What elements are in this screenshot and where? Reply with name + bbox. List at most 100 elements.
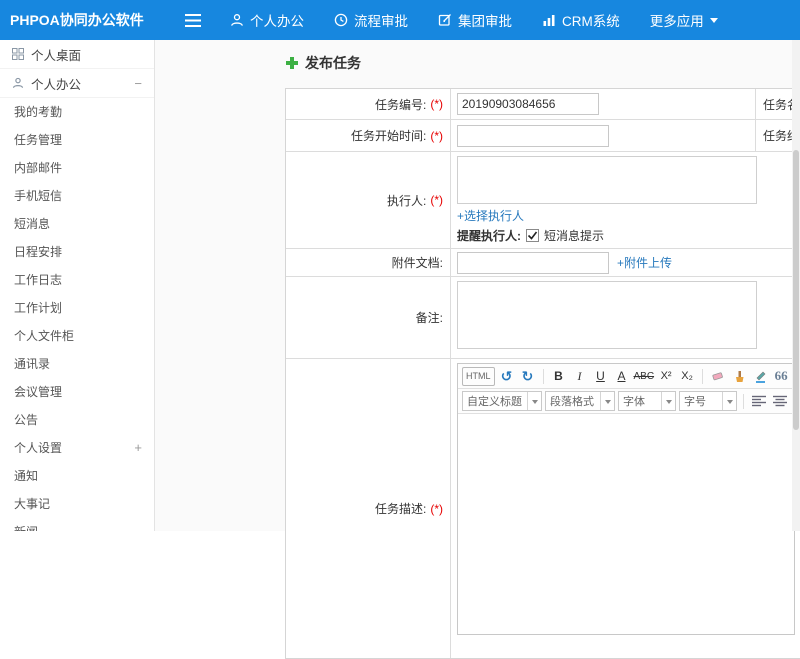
custom-title-select[interactable]: 自定义标题 [462,391,542,411]
sidebar: 个人桌面 个人办公 − 我的考勤 任务管理 内部邮件 手机短信 短消息 日程安排… [0,40,155,531]
task-number-input[interactable] [457,93,599,115]
sidebar-item-events[interactable]: 大事记 [0,490,154,518]
html-source-button[interactable]: HTML [462,366,495,386]
font-style-button[interactable]: A [613,367,631,386]
sidebar-item-label: 短消息 [14,217,51,231]
sidebar-item-work-plan[interactable]: 工作计划 [0,294,154,322]
nav-more-apps[interactable]: 更多应用 [635,0,733,40]
sidebar-item-label: 个人设置 [14,441,63,455]
top-header: PHPOA协同办公软件 个人办公 流程审批 集团审批 CRM系统 更多应用 [0,0,800,40]
sidebar-item-label: 任务管理 [14,133,63,147]
collapse-icon[interactable]: − [134,76,142,91]
nav-workflow-approval[interactable]: 流程审批 [319,0,423,40]
sms-checkbox-checked-icon[interactable] [526,229,539,242]
sidebar-item-label: 个人桌面 [31,48,82,63]
sidebar-item-label: 会议管理 [14,385,63,399]
strikethrough-button[interactable]: ABC [634,367,655,386]
bold-button[interactable]: B [550,367,568,386]
top-nav: 个人办公 流程审批 集团审批 CRM系统 更多应用 [215,0,733,40]
sidebar-item-task-manage[interactable]: 任务管理 [0,126,154,154]
page-title: 发布任务 [305,55,361,71]
add-icon [286,57,298,69]
sidebar-item-schedule[interactable]: 日程安排 [0,238,154,266]
toolbar-separator [542,368,544,384]
blockquote-button[interactable]: 66 [772,367,790,386]
sidebar-item-meeting[interactable]: 会议管理 [0,378,154,406]
italic-button[interactable]: I [571,367,589,386]
description-editor-area[interactable] [458,414,794,634]
sidebar-item-notice[interactable]: 通知 [0,462,154,490]
executor-textarea[interactable] [457,156,757,204]
hamburger-icon [185,13,201,27]
rich-text-editor: HTML ↺ ↻ B I U A ABC X² X₂ 66 自定义标题 段落格式… [457,363,795,635]
choose-executor-link[interactable]: +选择执行人 [457,207,524,224]
scrollbar-thumb[interactable] [793,150,799,430]
undo-button[interactable]: ↺ [498,367,516,386]
remark-label: 备注: [286,277,451,358]
sidebar-item-desktop[interactable]: 个人桌面 [0,40,154,69]
toolbar-separator [702,368,704,384]
sidebar-item-label: 通讯录 [14,357,51,371]
person-icon [231,14,243,26]
vertical-scrollbar[interactable] [792,40,800,531]
sidebar-item-file-cabinet[interactable]: 个人文件柜 [0,322,154,350]
sidebar-item-personal-office[interactable]: 个人办公 − [0,69,154,98]
highlight-pen-icon[interactable] [751,367,769,386]
font-family-select[interactable]: 字体 [618,391,676,411]
underline-button[interactable]: U [592,367,610,386]
main-content: 发布任务 任务编号: (*) 任务名称: (*) 任务开始时间: (*) [155,40,800,659]
sidebar-item-work-log[interactable]: 工作日志 [0,266,154,294]
format-brush-icon[interactable] [730,367,748,386]
font-size-select[interactable]: 字号 [679,391,737,411]
sidebar-item-attendance[interactable]: 我的考勤 [0,98,154,126]
form-row-description: 任务描述: (*) HTML ↺ ↻ B I U A ABC X² X₂ 66 … [286,358,800,658]
align-center-icon[interactable] [771,392,789,411]
page-title-row: 发布任务 [285,53,361,73]
editor-toolbar-row1: HTML ↺ ↻ B I U A ABC X² X₂ 66 [458,364,794,389]
required-marker: (*) [430,128,443,143]
sidebar-item-mobile-sms[interactable]: 手机短信 [0,182,154,210]
sidebar-item-news[interactable]: 新闻 [0,518,154,531]
app-logo[interactable]: PHPOA协同办公软件 [0,10,155,30]
sidebar-item-contacts[interactable]: 通讯录 [0,350,154,378]
sidebar-item-label: 公告 [14,413,39,427]
task-form: 任务编号: (*) 任务名称: (*) 任务开始时间: (*) 任务结束时间: [285,88,800,659]
expand-icon[interactable]: + [134,434,142,462]
sidebar-item-short-message[interactable]: 短消息 [0,210,154,238]
redo-button[interactable]: ↻ [519,367,537,386]
description-label: 任务描述: (*) [286,359,451,658]
nav-label: 更多应用 [649,14,704,29]
attachment-label: 附件文档: [286,249,451,276]
sidebar-item-label: 内部邮件 [14,161,63,175]
superscript-button[interactable]: X² [657,367,675,386]
attachment-upload-link[interactable]: +附件上传 [617,254,672,271]
nav-group-approval[interactable]: 集团审批 [423,0,527,40]
align-left-icon[interactable] [750,392,768,411]
nav-personal-office[interactable]: 个人办公 [215,0,319,40]
sms-remind-label: 短消息提示 [544,229,605,243]
start-time-input[interactable] [457,124,609,147]
paragraph-format-select[interactable]: 段落格式 [545,391,615,411]
eraser-icon[interactable] [709,367,727,386]
caret-down-icon [709,17,718,27]
nav-crm-system[interactable]: CRM系统 [527,0,635,40]
sidebar-item-internal-mail[interactable]: 内部邮件 [0,154,154,182]
subscript-button[interactable]: X₂ [678,367,696,386]
sidebar-item-label: 日程安排 [14,245,63,259]
attachment-input[interactable] [457,251,609,274]
required-marker: (*) [430,501,443,516]
start-time-label: 任务开始时间: (*) [286,120,451,151]
form-row-task-number: 任务编号: (*) 任务名称: (*) [286,89,800,119]
bar-chart-icon [543,15,555,26]
nav-label: 个人办公 [250,14,304,29]
executor-label: 执行人: (*) [286,152,451,248]
required-marker: (*) [430,193,443,207]
sidebar-item-label: 通知 [14,469,39,483]
sidebar-item-announcement[interactable]: 公告 [0,406,154,434]
menu-toggle-icon[interactable] [185,13,201,27]
sidebar-item-settings[interactable]: 个人设置 + [0,434,154,462]
edit-square-icon [438,14,451,26]
select-caret-icon [722,392,736,410]
remind-executor-label: 提醒执行人: [457,229,521,243]
remark-textarea[interactable] [457,281,757,349]
